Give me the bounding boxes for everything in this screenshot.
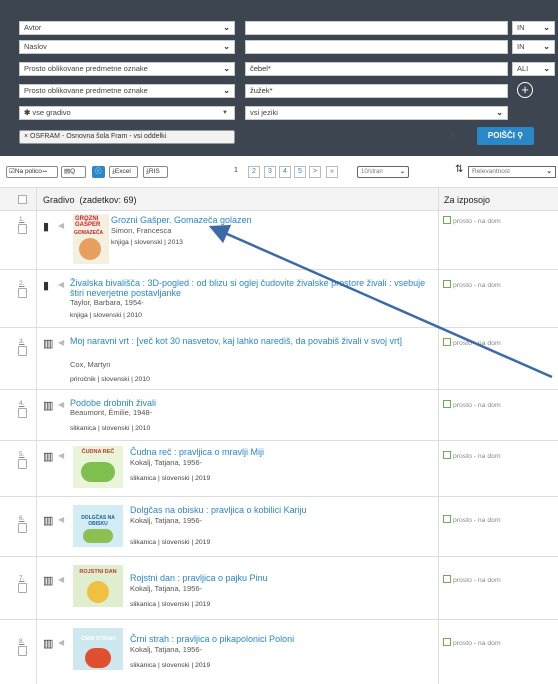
annotation-arrow	[208, 224, 553, 379]
